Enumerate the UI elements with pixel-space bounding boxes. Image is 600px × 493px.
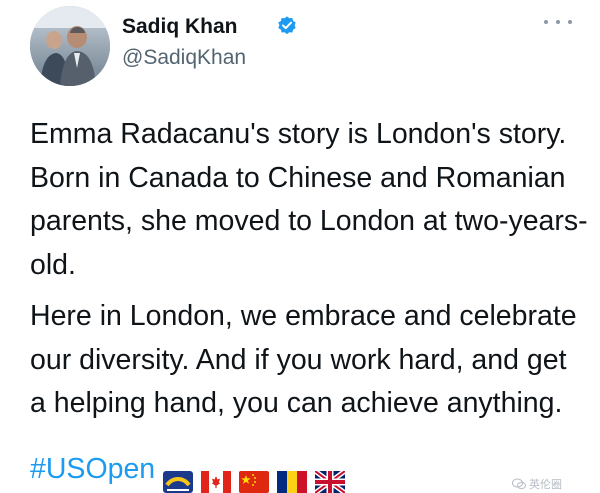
tweet-text: Emma Radacanu's story is London's story.… — [30, 113, 590, 426]
display-name[interactable]: Sadiq Khan — [122, 14, 238, 40]
verified-badge-icon — [278, 16, 296, 35]
hashtag-line: #USOpen — [30, 446, 346, 493]
canada-flag-emoji — [201, 471, 232, 493]
usopen-trophy-emoji — [163, 471, 194, 493]
watermark: 英伦圈 — [512, 476, 562, 492]
watermark-text: 英伦圈 — [529, 479, 562, 491]
tweet-card: Sadiq Khan @SadiqKhan Emma Radacanu's st… — [0, 0, 600, 493]
tweet-paragraph: Emma Radacanu's story is London's story.… — [30, 118, 588, 281]
wechat-icon — [512, 478, 526, 490]
user-handle[interactable]: @SadiqKhan — [122, 45, 246, 71]
avatar[interactable] — [30, 6, 110, 86]
china-flag-emoji — [239, 471, 270, 493]
hashtag-link[interactable]: #USOpen — [30, 446, 155, 492]
tweet-paragraph: Here in London, we embrace and celebrate… — [30, 300, 577, 419]
romania-flag-emoji — [277, 471, 308, 493]
uk-flag-emoji — [315, 471, 346, 493]
more-options-icon[interactable] — [544, 14, 572, 30]
